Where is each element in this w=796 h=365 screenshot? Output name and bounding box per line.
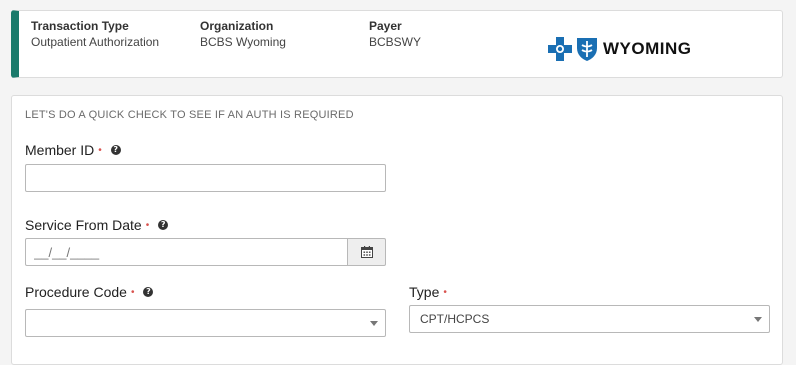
type-label: Type	[409, 284, 440, 300]
type-value: CPT/HCPCS	[420, 312, 490, 326]
member-id-input[interactable]	[25, 164, 386, 192]
calendar-button[interactable]	[348, 238, 386, 266]
transaction-type-label: Transaction Type	[31, 19, 129, 33]
transaction-type: Transaction Type Outpatient Authorizatio…	[31, 18, 159, 50]
required-indicator: •	[98, 144, 102, 156]
chevron-down-icon	[370, 321, 378, 326]
transaction-type-value: Outpatient Authorization	[31, 35, 160, 49]
calendar-icon	[360, 246, 373, 258]
blue-shield-icon	[577, 38, 597, 61]
member-id-label: Member ID	[25, 142, 95, 158]
procedure-code-label: Procedure Code	[25, 284, 127, 300]
payer: Payer BCBSWY	[369, 18, 421, 50]
form-intro: LET'S DO A QUICK CHECK TO SEE IF AN AUTH…	[25, 109, 354, 121]
organization-label: Organization	[200, 19, 274, 33]
auth-check-form: LET'S DO A QUICK CHECK TO SEE IF AN AUTH…	[11, 95, 783, 365]
member-id-label-row: Member ID • ?	[25, 142, 121, 158]
service-from-date-input[interactable]	[25, 238, 348, 266]
chevron-down-icon	[754, 317, 762, 322]
procedure-code-select[interactable]	[25, 309, 386, 337]
payer-value: BCBSWY	[369, 35, 422, 49]
help-icon[interactable]: ?	[110, 145, 121, 155]
help-icon[interactable]: ?	[158, 220, 169, 230]
help-icon[interactable]: ?	[143, 287, 154, 297]
bcbs-wyoming-logo: WYOMING	[547, 36, 692, 62]
required-indicator: •	[145, 219, 150, 231]
service-from-date-label: Service From Date	[25, 217, 142, 233]
blue-cross-icon	[548, 37, 572, 61]
payer-label: Payer	[369, 19, 402, 33]
required-indicator: •	[443, 286, 447, 298]
organization-value: BCBS Wyoming	[200, 35, 286, 49]
service-from-date-label-row: Service From Date • ?	[25, 217, 169, 233]
authorization-summary: Transaction Type Outpatient Authorizatio…	[11, 10, 783, 78]
type-select[interactable]: CPT/HCPCS	[409, 305, 770, 333]
required-indicator: •	[130, 286, 135, 298]
organization: Organization BCBS Wyoming	[200, 18, 286, 50]
logo-wordmark: WYOMING	[603, 39, 692, 58]
type-label-row: Type •	[409, 284, 447, 300]
procedure-code-label-row: Procedure Code • ?	[25, 284, 154, 300]
